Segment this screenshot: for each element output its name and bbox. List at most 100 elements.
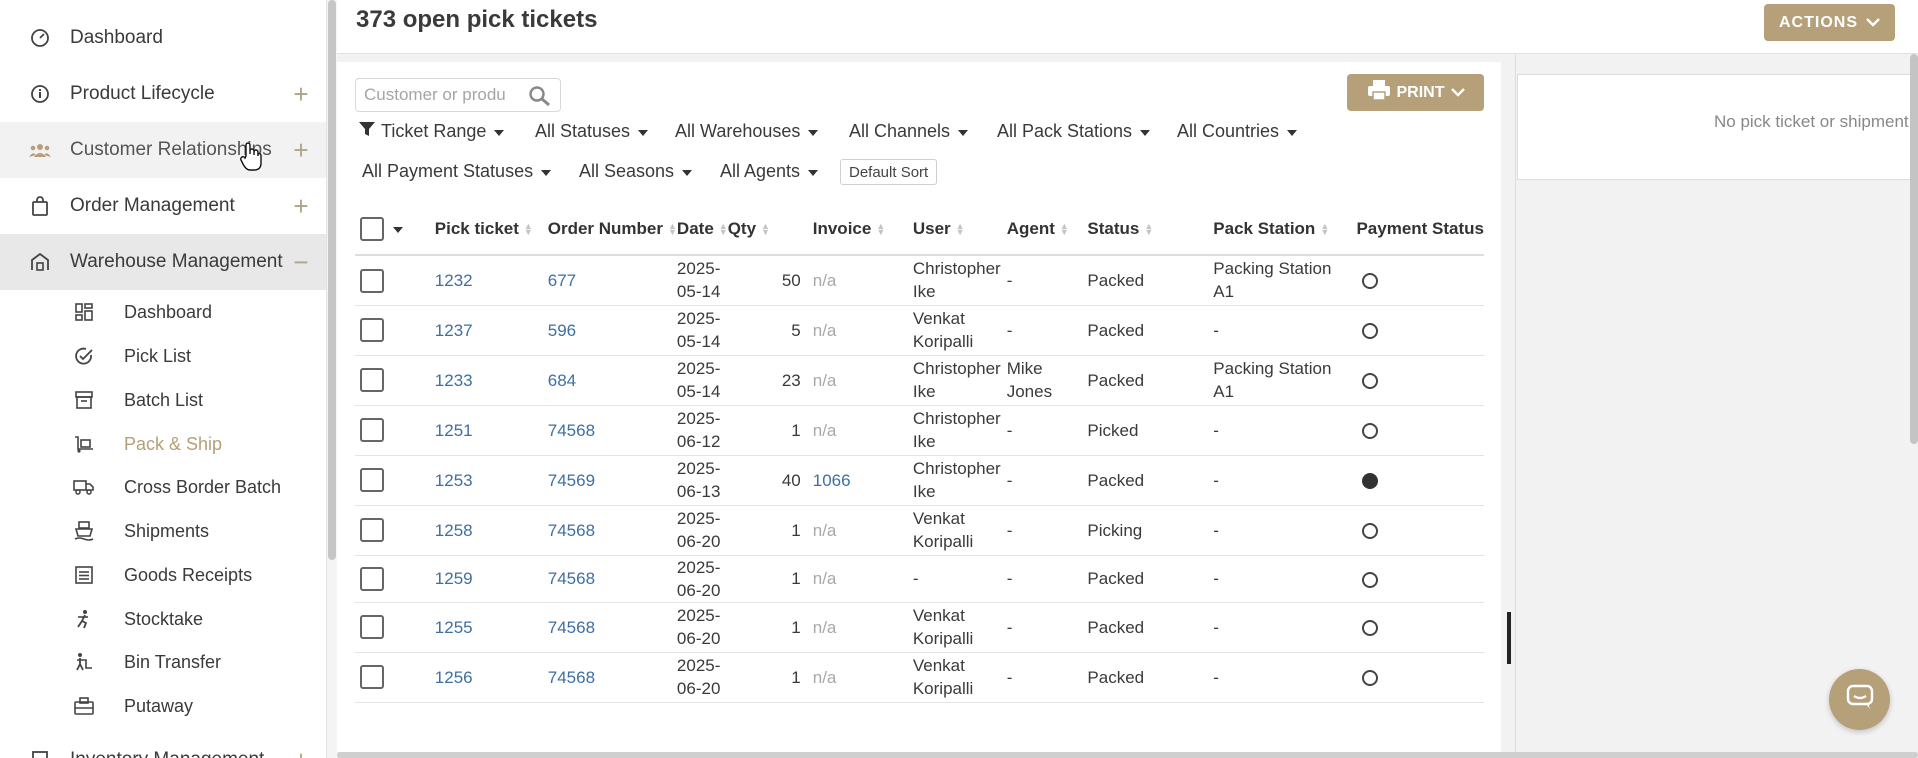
- sidebar-item-product-lifecycle[interactable]: Product Lifecycle +: [0, 66, 326, 122]
- sidebar-subitem-stocktake[interactable]: Stocktake: [0, 598, 326, 640]
- print-button[interactable]: PRINT: [1347, 74, 1484, 111]
- sidebar-item-warehouse-management[interactable]: Warehouse Management −: [0, 234, 326, 290]
- col-header-pack-station[interactable]: Pack Station ▲ ▼: [1213, 203, 1357, 256]
- col-header-qty[interactable]: Qty ▲ ▼: [727, 203, 813, 256]
- row-checkbox[interactable]: [360, 418, 384, 443]
- expand-icon[interactable]: +: [290, 193, 312, 219]
- order-number-cell[interactable]: 74568: [547, 555, 677, 603]
- invoice-link[interactable]: 1066: [813, 471, 851, 490]
- chat-button[interactable]: [1829, 669, 1890, 730]
- row-select-cell[interactable]: [355, 505, 435, 556]
- warehouse-filter[interactable]: All Warehouses: [675, 121, 819, 142]
- order-number-link[interactable]: 596: [548, 321, 576, 340]
- table-row[interactable]: 1258 74568 2025-06-20 1 n/a Venkat Koripalli -…: [355, 505, 1484, 556]
- order-number-cell[interactable]: 74568: [547, 652, 677, 703]
- pick-ticket-link[interactable]: 1232: [435, 271, 473, 290]
- country-filter[interactable]: All Countries: [1177, 121, 1298, 142]
- pick-ticket-cell[interactable]: 1233: [434, 355, 548, 406]
- sidebar-item-order-management[interactable]: Order Management +: [0, 178, 326, 234]
- order-number-cell[interactable]: 74568: [547, 405, 677, 456]
- order-number-link[interactable]: 74568: [548, 668, 595, 687]
- channel-filter[interactable]: All Channels: [849, 121, 969, 142]
- sidebar-scrollbar-thumb[interactable]: [328, 0, 336, 560]
- row-checkbox[interactable]: [360, 268, 384, 293]
- order-number-cell[interactable]: 74569: [547, 455, 677, 506]
- sidebar-item-inventory-management[interactable]: Inventory Management +: [0, 732, 326, 758]
- status-filter[interactable]: All Statuses: [535, 121, 649, 142]
- default-sort-button[interactable]: Default Sort: [840, 159, 938, 185]
- splitter-grip[interactable]: [1507, 612, 1511, 664]
- sidebar-subitem-cross-border-batch[interactable]: Cross Border Batch: [0, 466, 326, 508]
- order-number-cell[interactable]: 596: [547, 305, 677, 356]
- select-all-header[interactable]: [355, 203, 435, 256]
- order-number-link[interactable]: 74568: [548, 569, 595, 588]
- order-number-cell[interactable]: 74568: [547, 602, 677, 653]
- pick-ticket-cell[interactable]: 1251: [434, 405, 548, 456]
- page-scrollbar-thumb[interactable]: [1910, 54, 1918, 444]
- sidebar-subitem-bin-transfer[interactable]: Bin Transfer: [0, 641, 326, 683]
- sidebar-subitem-shipments[interactable]: Shipments: [0, 510, 326, 552]
- order-number-link[interactable]: 74569: [548, 471, 595, 490]
- season-filter[interactable]: All Seasons: [579, 161, 693, 182]
- pick-ticket-link[interactable]: 1253: [435, 471, 473, 490]
- order-number-link[interactable]: 74568: [548, 618, 595, 637]
- col-header-invoice[interactable]: Invoice ▲ ▼: [812, 203, 913, 256]
- row-checkbox[interactable]: [360, 318, 384, 343]
- search-icon[interactable]: [528, 85, 552, 107]
- select-all-checkbox[interactable]: [360, 216, 384, 241]
- search-box[interactable]: [355, 78, 561, 112]
- pick-ticket-cell[interactable]: 1237: [434, 305, 548, 356]
- col-header-agent[interactable]: Agent ▲ ▼: [1006, 203, 1088, 256]
- order-number-link[interactable]: 684: [548, 371, 576, 390]
- sidebar-subitem-pick-list[interactable]: Pick List: [0, 335, 326, 377]
- order-number-link[interactable]: 74568: [548, 521, 595, 540]
- expand-icon[interactable]: +: [290, 81, 312, 107]
- table-row[interactable]: 1237 596 2025-05-14 5 n/a Venkat Koripalli - Pa…: [355, 305, 1484, 356]
- order-number-link[interactable]: 74568: [548, 421, 595, 440]
- pick-ticket-link[interactable]: 1259: [435, 569, 473, 588]
- expand-icon[interactable]: +: [290, 137, 312, 163]
- row-checkbox[interactable]: [360, 368, 384, 393]
- table-row[interactable]: 1253 74569 2025-06-13 40 1066 Christopher Ike…: [355, 455, 1484, 506]
- col-header-user[interactable]: User ▲ ▼: [912, 203, 1007, 256]
- pick-ticket-link[interactable]: 1237: [435, 321, 473, 340]
- sidebar-subitem-pack-ship[interactable]: Pack & Ship: [0, 423, 326, 465]
- pick-ticket-cell[interactable]: 1253: [434, 455, 548, 506]
- pick-ticket-link[interactable]: 1256: [435, 668, 473, 687]
- ticket-range-filter[interactable]: Ticket Range: [359, 121, 505, 142]
- order-number-cell[interactable]: 74568: [547, 505, 677, 556]
- search-input[interactable]: [364, 84, 524, 106]
- pick-ticket-link[interactable]: 1251: [435, 421, 473, 440]
- sidebar-subitem-goods-receipts[interactable]: Goods Receipts: [0, 554, 326, 596]
- row-select-cell[interactable]: [355, 405, 435, 456]
- col-header-pick-ticket[interactable]: Pick ticket ▲ ▼: [434, 203, 548, 256]
- col-header-status[interactable]: Status ▲ ▼: [1087, 203, 1214, 256]
- order-number-cell[interactable]: 684: [547, 355, 677, 406]
- sidebar-item-dashboard[interactable]: Dashboard: [0, 10, 326, 66]
- row-select-cell[interactable]: [355, 602, 435, 653]
- order-number-link[interactable]: 677: [548, 271, 576, 290]
- expand-icon[interactable]: +: [290, 747, 312, 758]
- horizontal-scrollbar[interactable]: [337, 752, 1918, 758]
- pack-station-filter[interactable]: All Pack Stations: [997, 121, 1151, 142]
- table-row[interactable]: 1232 677 2025-05-14 50 n/a Christopher Ike - Pa…: [355, 255, 1484, 306]
- caret-down-icon[interactable]: [392, 226, 403, 233]
- payment-status-filter[interactable]: All Payment Statuses: [362, 161, 552, 182]
- page-scrollbar[interactable]: [1910, 54, 1918, 758]
- pick-ticket-link[interactable]: 1255: [435, 618, 473, 637]
- sidebar-item-customer-relationships[interactable]: Customer Relationships +: [0, 122, 326, 178]
- row-select-cell[interactable]: [355, 305, 435, 356]
- invoice-cell[interactable]: 1066: [812, 455, 913, 506]
- collapse-icon[interactable]: −: [290, 249, 312, 275]
- row-checkbox[interactable]: [360, 615, 384, 640]
- pick-ticket-cell[interactable]: 1232: [434, 255, 548, 306]
- pick-ticket-link[interactable]: 1233: [435, 371, 473, 390]
- row-checkbox[interactable]: [360, 468, 384, 493]
- pick-ticket-link[interactable]: 1258: [435, 521, 473, 540]
- actions-button[interactable]: ACTIONS: [1764, 4, 1895, 41]
- col-header-order-number[interactable]: Order Number ▲ ▼: [547, 203, 677, 256]
- table-row[interactable]: 1255 74568 2025-06-20 1 n/a Venkat Koripalli -…: [355, 602, 1484, 653]
- row-select-cell[interactable]: [355, 455, 435, 506]
- row-select-cell[interactable]: [355, 652, 435, 703]
- agent-filter[interactable]: All Agents: [720, 161, 819, 182]
